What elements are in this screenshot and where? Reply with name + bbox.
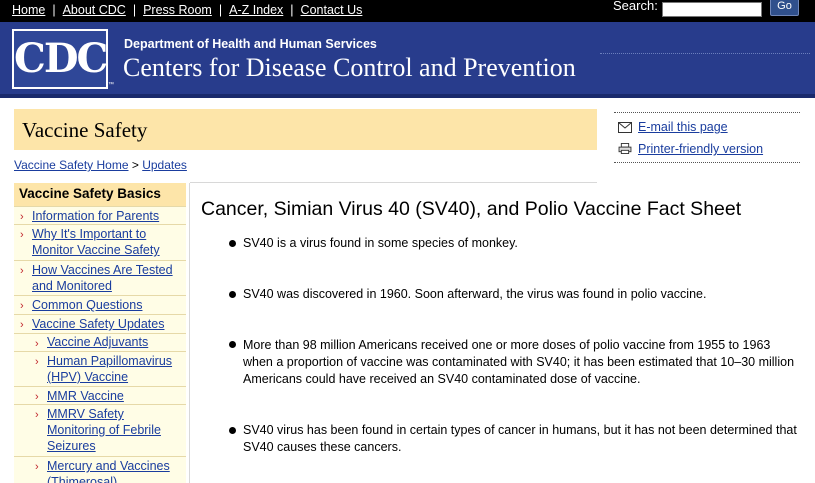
bullet-icon — [229, 341, 236, 348]
content-top-rule — [190, 182, 597, 183]
chevron-right-icon: › — [20, 211, 24, 223]
site-header: CDC ™ Department of Health and Human Ser… — [0, 22, 815, 98]
sidebar-item-label[interactable]: Vaccine Adjuvants — [47, 334, 183, 350]
chevron-right-icon: › — [35, 356, 39, 368]
nav-separator: | — [132, 3, 137, 17]
printer-friendly-link[interactable]: Printer-friendly version — [638, 142, 763, 156]
sidebar-item-label[interactable]: MMRV Safety Monitoring of Febrile Seizur… — [47, 406, 183, 454]
sidebar-item-label[interactable]: Common Questions — [32, 297, 182, 313]
email-page-link[interactable]: E-mail this page — [638, 120, 728, 134]
search-input[interactable] — [662, 2, 762, 17]
search-label: Search: — [613, 0, 658, 13]
nav-separator: | — [290, 3, 294, 17]
fact-item: SV40 was discovered in 1960. Soon afterw… — [243, 287, 707, 301]
fact-item: SV40 is a virus found in some species of… — [243, 236, 518, 250]
sidebar-item-label[interactable]: Mercury and Vaccines (Thimerosal) — [47, 458, 183, 483]
sidebar-nav: Vaccine Safety Basics › Information for … — [14, 183, 186, 483]
search-go-button[interactable]: Go — [770, 0, 799, 16]
logo-trademark: ™ — [108, 82, 114, 88]
breadcrumb: Vaccine Safety Home > Updates — [14, 158, 187, 172]
sidebar-item-label[interactable]: How Vaccines Are Tested and Monitored — [32, 262, 182, 294]
article-heading: Cancer, Simian Virus 40 (SV40), and Poli… — [201, 198, 742, 220]
printer-icon — [618, 143, 632, 154]
page-title: Vaccine Safety — [22, 118, 148, 142]
fact-item: More than 98 million Americans received … — [243, 338, 795, 386]
header-divider — [600, 53, 810, 54]
sidebar-item-label[interactable]: Information for Parents — [32, 208, 182, 224]
chevron-right-icon: › — [35, 461, 39, 473]
sidebar-item-common-questions[interactable]: › Common Questions — [14, 295, 186, 314]
department-name: Department of Health and Human Services — [124, 37, 377, 51]
sidebar-item-label[interactable]: Why It's Important to Monitor Vaccine Sa… — [32, 226, 182, 258]
sidebar-heading: Vaccine Safety Basics — [14, 183, 186, 206]
chevron-right-icon: › — [20, 229, 24, 241]
nav-link-contact-us[interactable]: Contact Us — [301, 3, 363, 17]
chevron-right-icon: › — [20, 319, 24, 331]
nav-link-home[interactable]: Home — [12, 3, 45, 17]
breadcrumb-separator: > — [131, 158, 139, 172]
cdc-logo[interactable]: CDC — [12, 29, 108, 89]
chevron-right-icon: › — [35, 391, 39, 403]
bullet-icon — [229, 291, 236, 298]
chevron-right-icon: › — [35, 409, 39, 421]
sidebar-item-label[interactable]: Vaccine Safety Updates — [32, 316, 182, 332]
sidebar-item-why-monitor-safety[interactable]: › Why It's Important to Monitor Vaccine … — [14, 224, 186, 259]
sidebar-subitem-mmr-vaccine[interactable]: › MMR Vaccine — [14, 386, 186, 404]
sidebar-item-vaccine-safety-updates[interactable]: › Vaccine Safety Updates — [14, 314, 186, 333]
sidebar-divider — [189, 183, 190, 483]
bullet-icon — [229, 240, 236, 247]
sidebar-subitem-mmrv-safety[interactable]: › MMRV Safety Monitoring of Febrile Seiz… — [14, 404, 186, 456]
top-nav-links: Home | About CDC | Press Room | A-Z Index | Cont… — [12, 3, 362, 17]
sidebar-item-information-for-parents[interactable]: › Information for Parents — [14, 206, 186, 224]
top-nav-bar: Home | About CDC | Press Room | A-Z Index | Cont… — [0, 0, 815, 22]
nav-link-press-room[interactable]: Press Room — [143, 3, 212, 17]
page-utilities: E-mail this page Printer-friendly versio… — [614, 112, 800, 163]
sidebar-item-label[interactable]: MMR Vaccine — [47, 388, 183, 404]
nav-link-about-cdc[interactable]: About CDC — [63, 3, 126, 17]
page-title-band: Vaccine Safety — [14, 109, 597, 150]
nav-link-a-z-index[interactable]: A-Z Index — [229, 3, 283, 17]
breadcrumb-current-link[interactable]: Updates — [142, 158, 187, 172]
breadcrumb-home-link[interactable]: Vaccine Safety Home — [14, 158, 129, 172]
fact-item: SV40 virus has been found in certain typ… — [243, 423, 797, 454]
chevron-right-icon: › — [20, 265, 24, 277]
sidebar-subitem-mercury-vaccines[interactable]: › Mercury and Vaccines (Thimerosal) — [14, 456, 186, 483]
chevron-right-icon: › — [35, 338, 39, 350]
sidebar-subitem-vaccine-adjuvants[interactable]: › Vaccine Adjuvants — [14, 333, 186, 351]
chevron-right-icon: › — [20, 300, 24, 312]
sidebar-item-how-vaccines-tested[interactable]: › How Vaccines Are Tested and Monitored — [14, 260, 186, 295]
sidebar-heading-text: Vaccine Safety Basics — [19, 186, 161, 201]
agency-name: Centers for Disease Control and Preventi… — [123, 53, 576, 82]
sidebar-item-label[interactable]: Human Papillomavirus (HPV) Vaccine — [47, 353, 183, 385]
nav-separator: | — [52, 3, 56, 17]
sidebar-subitem-hpv-vaccine[interactable]: › Human Papillomavirus (HPV) Vaccine — [14, 351, 186, 386]
bullet-icon — [229, 427, 236, 434]
nav-separator: | — [218, 3, 223, 17]
envelope-icon — [618, 122, 632, 133]
